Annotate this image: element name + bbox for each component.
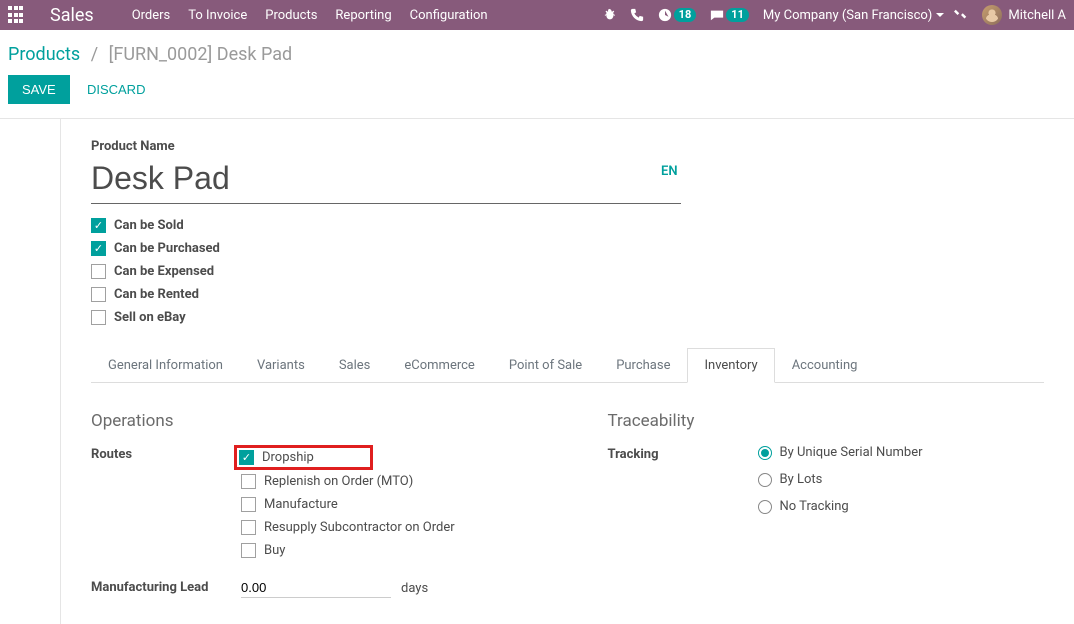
tab-accounting[interactable]: Accounting [775, 348, 875, 383]
checkbox-icon[interactable] [91, 287, 106, 302]
product-name-label: Product Name [91, 139, 1044, 154]
section-operations: Operations Routes Dropship Replenish on … [91, 411, 528, 604]
tabs: General Information Variants Sales eComm… [91, 347, 1044, 383]
tracking-serial[interactable]: By Unique Serial Number [758, 445, 1045, 460]
section-traceability: Traceability Tracking By Unique Serial N… [608, 411, 1045, 604]
check-can-be-purchased[interactable]: Can be Purchased [91, 241, 1044, 256]
breadcrumb: Products / [FURN_0002] Desk Pad [0, 30, 1074, 75]
tab-inventory[interactable]: Inventory [687, 348, 774, 383]
nav-to-invoice[interactable]: To Invoice [188, 8, 247, 23]
route-buy[interactable]: Buy [241, 543, 528, 558]
tab-ecommerce[interactable]: eCommerce [387, 348, 491, 383]
user-name: Mitchell A [1008, 8, 1066, 23]
activity-icon[interactable]: 18 [658, 8, 697, 22]
tools-icon[interactable] [954, 8, 968, 22]
product-options: Can be Sold Can be Purchased Can be Expe… [91, 218, 1044, 325]
breadcrumb-current: [FURN_0002] Desk Pad [109, 44, 293, 65]
product-name-input[interactable] [91, 158, 681, 204]
checkbox-icon[interactable] [91, 264, 106, 279]
form-area: Product Name EN Can be Sold Can be Purch… [60, 119, 1074, 624]
route-manufacture[interactable]: Manufacture [241, 497, 528, 512]
tab-purchase[interactable]: Purchase [599, 348, 687, 383]
chat-icon[interactable]: 11 [710, 8, 749, 22]
lang-button[interactable]: EN [661, 164, 678, 179]
nav-orders[interactable]: Orders [132, 8, 171, 23]
check-can-be-sold[interactable]: Can be Sold [91, 218, 1044, 233]
checkbox-icon[interactable] [241, 497, 256, 512]
tracking-lots[interactable]: By Lots [758, 472, 1045, 487]
avatar [982, 5, 1002, 25]
nav-products[interactable]: Products [265, 8, 317, 23]
checkbox-icon[interactable] [241, 474, 256, 489]
action-bar: SAVE DISCARD [0, 75, 1074, 119]
apps-icon[interactable] [8, 6, 26, 24]
mfg-lead-label: Manufacturing Lead [91, 578, 241, 595]
breadcrumb-sep: / [91, 44, 98, 65]
user-menu[interactable]: Mitchell A [982, 5, 1066, 25]
traceability-title: Traceability [608, 411, 1045, 431]
route-resupply-subcontractor[interactable]: Resupply Subcontractor on Order [241, 520, 528, 535]
breadcrumb-root[interactable]: Products [8, 44, 80, 65]
operations-title: Operations [91, 411, 528, 431]
route-replenish-mto[interactable]: Replenish on Order (MTO) [241, 474, 528, 489]
nav-configuration[interactable]: Configuration [410, 8, 488, 23]
tab-sales[interactable]: Sales [322, 348, 388, 383]
checkbox-icon[interactable] [241, 543, 256, 558]
mfg-lead-input[interactable] [241, 578, 391, 598]
check-can-be-expensed[interactable]: Can be Expensed [91, 264, 1044, 279]
checkbox-icon[interactable] [91, 310, 106, 325]
discard-button[interactable]: DISCARD [83, 75, 150, 104]
company-switcher[interactable]: My Company (San Francisco) [763, 8, 944, 23]
brand[interactable]: Sales [50, 5, 94, 26]
tracking-label: Tracking [608, 445, 758, 462]
checkbox-icon[interactable] [239, 450, 254, 465]
checkbox-icon[interactable] [91, 218, 106, 233]
chevron-down-icon [936, 13, 944, 17]
radio-icon[interactable] [758, 500, 772, 514]
checkbox-icon[interactable] [241, 520, 256, 535]
route-dropship-highlight: Dropship [234, 445, 373, 470]
phone-icon[interactable] [630, 8, 644, 22]
route-dropship[interactable]: Dropship [239, 450, 314, 465]
chat-badge: 11 [726, 8, 749, 22]
topbar: Sales Orders To Invoice Products Reporti… [0, 0, 1074, 30]
tracking-none[interactable]: No Tracking [758, 499, 1045, 514]
radio-icon[interactable] [758, 473, 772, 487]
check-can-be-rented[interactable]: Can be Rented [91, 287, 1044, 302]
tab-content-inventory: Operations Routes Dropship Replenish on … [91, 383, 1044, 604]
save-button[interactable]: SAVE [8, 75, 70, 104]
checkbox-icon[interactable] [91, 241, 106, 256]
routes-label: Routes [91, 445, 241, 462]
tab-point-of-sale[interactable]: Point of Sale [492, 348, 599, 383]
nav-reporting[interactable]: Reporting [335, 8, 391, 23]
mfg-lead-unit: days [401, 581, 428, 596]
radio-icon[interactable] [758, 446, 772, 460]
tab-general-information[interactable]: General Information [91, 348, 240, 383]
check-sell-on-ebay[interactable]: Sell on eBay [91, 310, 1044, 325]
bug-icon[interactable] [602, 8, 616, 22]
tab-variants[interactable]: Variants [240, 348, 322, 383]
activity-badge: 18 [674, 8, 697, 22]
